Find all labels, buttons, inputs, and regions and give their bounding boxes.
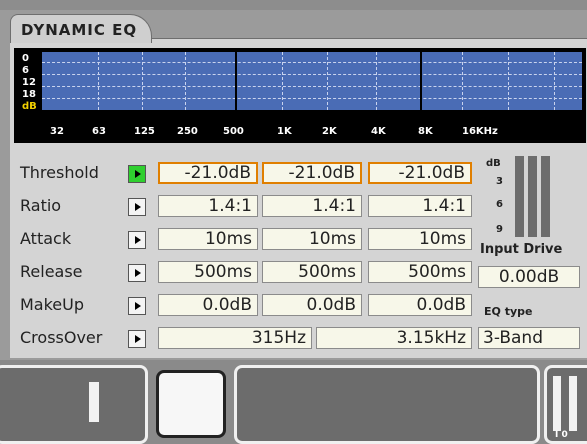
makeup-band2-field[interactable]: 0.0dB xyxy=(262,294,362,316)
crossover-high-field[interactable]: 3.15kHz xyxy=(316,327,472,349)
input-drive-label: Input Drive xyxy=(480,242,563,257)
ratio-band2-field[interactable]: 1.4:1 xyxy=(262,195,362,217)
threshold-band3-field[interactable]: -21.0dB xyxy=(368,162,472,184)
freq-label: 500 xyxy=(223,126,244,137)
attack-band2-field[interactable]: 10ms xyxy=(262,228,362,250)
freq-label: 32 xyxy=(50,126,64,137)
top-strip xyxy=(0,0,587,10)
meter-scale-label: 9 xyxy=(496,224,503,235)
db-label: 6 xyxy=(22,65,29,76)
freq-label: 250 xyxy=(177,126,198,137)
makeup-select-button[interactable] xyxy=(128,297,146,315)
release-band1-field[interactable]: 500ms xyxy=(158,261,258,283)
meter-tick-label: I 0 xyxy=(555,430,568,440)
ratio-band1-field[interactable]: 1.4:1 xyxy=(158,195,258,217)
crossover-marker-low xyxy=(235,52,237,110)
freq-label: 16KHz xyxy=(462,126,498,137)
db-label: 12 xyxy=(22,77,36,88)
threshold-band2-field[interactable]: -21.0dB xyxy=(262,162,362,184)
ratio-select-button[interactable] xyxy=(128,198,146,216)
attack-band3-field[interactable]: 10ms xyxy=(368,228,472,250)
makeup-band1-field[interactable]: 0.0dB xyxy=(158,294,258,316)
freq-label: 2K xyxy=(322,126,337,137)
attack-band1-field[interactable]: 10ms xyxy=(158,228,258,250)
indicator-bar xyxy=(89,382,99,422)
threshold-select-button[interactable] xyxy=(128,165,146,183)
eq-type-label: EQ type xyxy=(484,305,533,318)
freq-label: 125 xyxy=(134,126,155,137)
db-unit-label: dB xyxy=(22,101,37,112)
makeup-label: MakeUp xyxy=(20,295,85,314)
freq-label: 1K xyxy=(277,126,292,137)
bottom-white-button[interactable] xyxy=(156,370,226,438)
meter-db-label: dB xyxy=(486,158,501,169)
threshold-band1-field[interactable]: -21.0dB xyxy=(158,162,258,184)
input-meter-mid xyxy=(528,156,537,237)
db-label: 0 xyxy=(22,53,29,64)
crossover-label: CrossOver xyxy=(20,328,103,347)
input-meter-left xyxy=(515,156,524,237)
bottom-meter-panel: I 0 xyxy=(544,365,587,444)
bottom-center-panel xyxy=(234,365,540,444)
input-meter-right xyxy=(541,156,550,237)
attack-label: Attack xyxy=(20,229,72,248)
freq-label: 8K xyxy=(418,126,433,137)
ratio-label: Ratio xyxy=(20,196,62,215)
bottom-left-tab[interactable] xyxy=(0,365,148,444)
meter-scale-label: 3 xyxy=(496,176,503,187)
makeup-band3-field[interactable]: 0.0dB xyxy=(368,294,472,316)
panel-title: DYNAMIC EQ xyxy=(21,21,138,39)
crossover-select-button[interactable] xyxy=(128,330,146,348)
crossover-marker-high xyxy=(420,52,422,110)
crossover-low-field[interactable]: 315Hz xyxy=(158,327,312,349)
freq-label: 4K xyxy=(371,126,386,137)
release-label: Release xyxy=(20,262,83,281)
freq-label: 63 xyxy=(92,126,106,137)
db-label: 18 xyxy=(22,89,36,100)
threshold-label: Threshold xyxy=(20,163,99,182)
input-drive-field[interactable]: 0.00dB xyxy=(478,266,580,288)
output-meter-right xyxy=(569,376,577,431)
spectrum-grid xyxy=(42,52,582,110)
panel-tab[interactable]: DYNAMIC EQ xyxy=(10,14,152,43)
ratio-band3-field[interactable]: 1.4:1 xyxy=(368,195,472,217)
release-select-button[interactable] xyxy=(128,264,146,282)
output-meter-left xyxy=(553,376,561,431)
attack-select-button[interactable] xyxy=(128,231,146,249)
release-band2-field[interactable]: 500ms xyxy=(262,261,362,283)
eq-type-field[interactable]: 3-Band xyxy=(478,327,580,349)
release-band3-field[interactable]: 500ms xyxy=(368,261,472,283)
meter-scale-label: 6 xyxy=(496,199,503,210)
